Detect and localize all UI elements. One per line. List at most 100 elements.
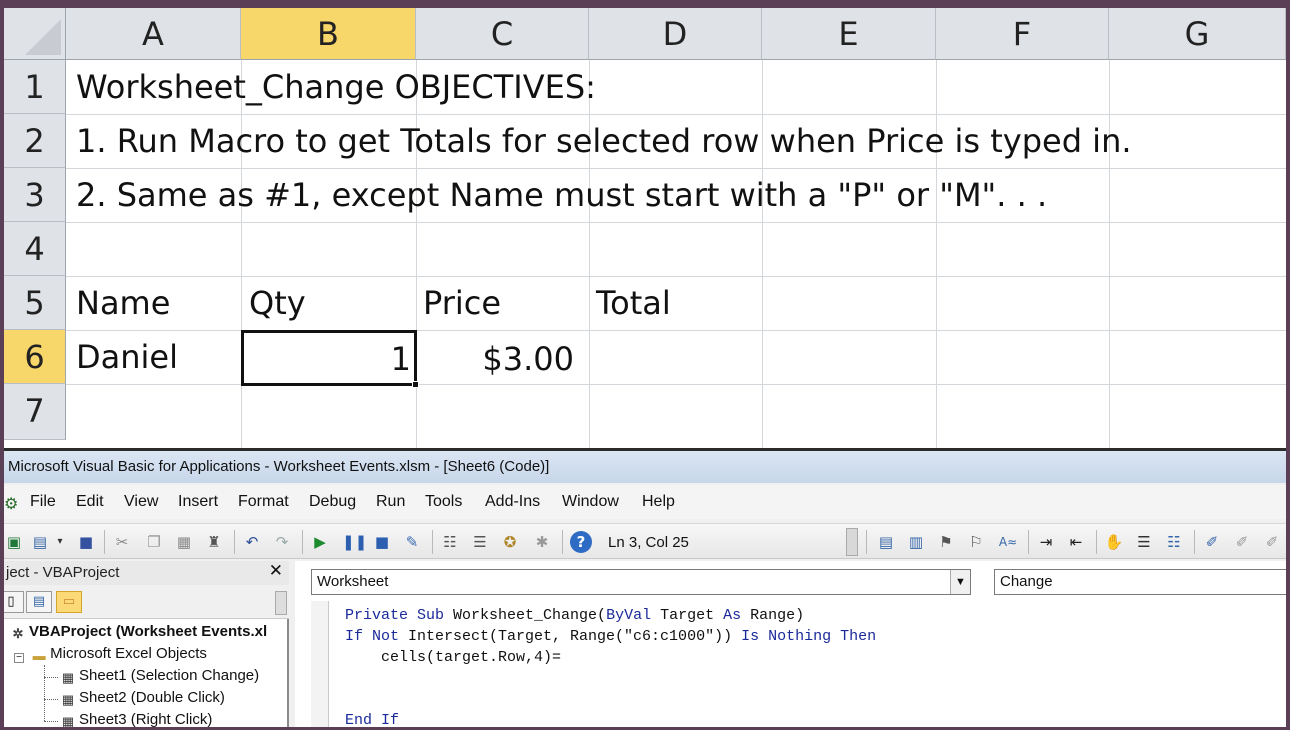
view-code-icon[interactable]: ▯ [4,591,24,613]
next-bookmark-icon[interactable]: ✐ [1232,533,1252,551]
active-cell-cursor[interactable] [241,330,419,388]
toggle-bookmark-icon[interactable]: ✐ [1202,533,1222,551]
redo-icon[interactable]: ↷ [272,533,292,551]
worksheet-icon: ▦ [61,692,75,707]
row-header-2[interactable]: 2 [4,114,66,168]
column-header-b[interactable]: B [241,8,416,60]
form-icon[interactable]: ▤ [30,533,50,551]
quick-info-icon[interactable]: ⚑ [936,533,956,551]
menu-format[interactable]: Format [238,493,289,511]
cell-b5[interactable]: Qty [249,276,306,330]
standard-toolbar: ▣ ▤ ▾ ■ ✂ ❐ ▦ ♜ ↶ ↷ ▶ ❚❚ ■ ✎ ☷ ☰ ✪ ✱ ? L… [4,523,1286,559]
tree-item-sheet2[interactable]: ▦ Sheet2 (Double Click) [60,689,225,707]
cell-a2[interactable]: 1. Run Macro to get Totals for selected … [76,114,1132,168]
menu-tools[interactable]: Tools [425,493,462,511]
menu-view[interactable]: View [124,493,158,511]
break-icon[interactable]: ❚❚ [342,533,367,551]
column-header-g[interactable]: G [1109,8,1286,60]
cursor-position: Ln 3, Col 25 [608,534,689,551]
vba-editor-window: Microsoft Visual Basic for Applications … [4,448,1286,727]
cell-c6[interactable]: $3.00 [416,332,574,386]
chevron-down-icon[interactable]: ▾ [50,533,70,551]
run-icon[interactable]: ▶ [310,533,330,551]
project-explorer-icon[interactable]: ☷ [440,533,460,551]
toolbar-overflow-handle[interactable] [846,528,858,556]
code-margin[interactable] [311,601,329,727]
complete-word-icon[interactable]: A≈ [998,533,1018,551]
code-line-1[interactable]: Private Sub Worksheet_Change(ByVal Targe… [345,607,804,624]
cell-a5[interactable]: Name [76,276,170,330]
cell-a3[interactable]: 2. Same as #1, except Name must start wi… [76,168,1047,222]
folder-icon: ▬ [32,648,46,663]
indent-icon[interactable]: ⇥ [1036,533,1056,551]
cut-icon[interactable]: ✂ [112,533,132,551]
properties-icon[interactable]: ☰ [470,533,490,551]
find-icon[interactable]: ♜ [204,533,224,551]
tree-root-vbaproject[interactable]: ✲ VBAProject (Worksheet Events.xl [10,623,268,641]
design-mode-icon[interactable]: ✎ [402,533,422,551]
menu-add-ins[interactable]: Add-Ins [485,493,540,511]
column-header-f[interactable]: F [936,8,1109,60]
cell-a6[interactable]: Daniel [76,330,178,384]
code-window: Worksheet ▼ Change Private Sub Worksheet… [295,561,1286,727]
outdent-icon[interactable]: ⇤ [1066,533,1086,551]
row-header-4[interactable]: 4 [4,222,66,276]
code-line-2[interactable]: If Not Intersect(Target, Range("c6:c1000… [345,628,876,645]
parameter-info-icon[interactable]: ⚐ [966,533,986,551]
row-header-1[interactable]: 1 [4,60,66,114]
scroll-handle[interactable] [275,591,287,615]
row-header-3[interactable]: 3 [4,168,66,222]
menu-insert[interactable]: Insert [178,493,218,511]
view-object-icon[interactable]: ▤ [26,591,52,613]
object-browser-icon[interactable]: ✪ [500,533,520,551]
previous-bookmark-icon[interactable]: ✐ [1262,533,1282,551]
row-header-5[interactable]: 5 [4,276,66,330]
cell-a1[interactable]: Worksheet_Change OBJECTIVES: [76,60,596,114]
help-icon[interactable]: ? [570,531,592,553]
undo-icon[interactable]: ↶ [242,533,262,551]
cell-c5[interactable]: Price [423,276,501,330]
column-header-e[interactable]: E [762,8,936,60]
row-header-7[interactable]: 7 [4,384,66,440]
menu-file[interactable]: File [30,493,56,511]
tree-item-sheet1[interactable]: ▦ Sheet1 (Selection Change) [60,667,259,685]
menu-edit[interactable]: Edit [76,493,104,511]
chevron-down-icon[interactable]: ▼ [950,570,970,594]
list-properties-icon[interactable]: ▤ [876,533,896,551]
procedure-dropdown[interactable]: Change [994,569,1286,595]
menu-window[interactable]: Window [562,493,619,511]
excel-icon[interactable]: ▣ [4,533,24,551]
save-icon[interactable]: ■ [76,533,96,551]
toolbox-icon[interactable]: ✱ [532,533,552,551]
column-header-c[interactable]: C [416,8,589,60]
menu-debug[interactable]: Debug [309,493,356,511]
project-explorer: ject - VBAProject ✕ ▯ ▤ ▭ ✲ VBAProject (W… [4,561,289,727]
select-all-corner[interactable] [4,8,66,60]
uncomment-block-icon[interactable]: ☷ [1164,533,1184,551]
cell-d5[interactable]: Total [596,276,671,330]
toggle-breakpoint-icon[interactable]: ✋ [1104,533,1124,551]
code-line-6[interactable]: End If [345,712,399,727]
code-line-3[interactable]: cells(target.Row,4)= [345,649,561,666]
column-header-d[interactable]: D [589,8,762,60]
menu-run[interactable]: Run [376,493,405,511]
menu-help[interactable]: Help [642,493,675,511]
tree-folder-excel-objects[interactable]: − ▬ Microsoft Excel Objects [14,645,207,663]
reset-icon[interactable]: ■ [372,533,392,551]
worksheet-icon: ▦ [61,714,75,728]
collapse-icon[interactable]: − [14,653,24,663]
column-header-a[interactable]: A [66,8,241,60]
toggle-folders-icon[interactable]: ▭ [56,591,82,613]
row-header-6[interactable]: 6 [4,330,66,384]
object-dropdown[interactable]: Worksheet ▼ [311,569,971,595]
close-icon[interactable]: ✕ [269,561,283,581]
comment-block-icon[interactable]: ☰ [1134,533,1154,551]
project-icon: ✲ [12,626,24,641]
vba-app-icon[interactable]: ⚙ [4,494,18,514]
list-constants-icon[interactable]: ▥ [906,533,926,551]
fill-handle[interactable] [412,381,419,388]
copy-icon[interactable]: ❐ [144,533,164,551]
project-explorer-title: ject - VBAProject [4,561,289,585]
tree-item-sheet3[interactable]: ▦ Sheet3 (Right Click) [60,711,213,728]
paste-icon[interactable]: ▦ [174,533,194,551]
